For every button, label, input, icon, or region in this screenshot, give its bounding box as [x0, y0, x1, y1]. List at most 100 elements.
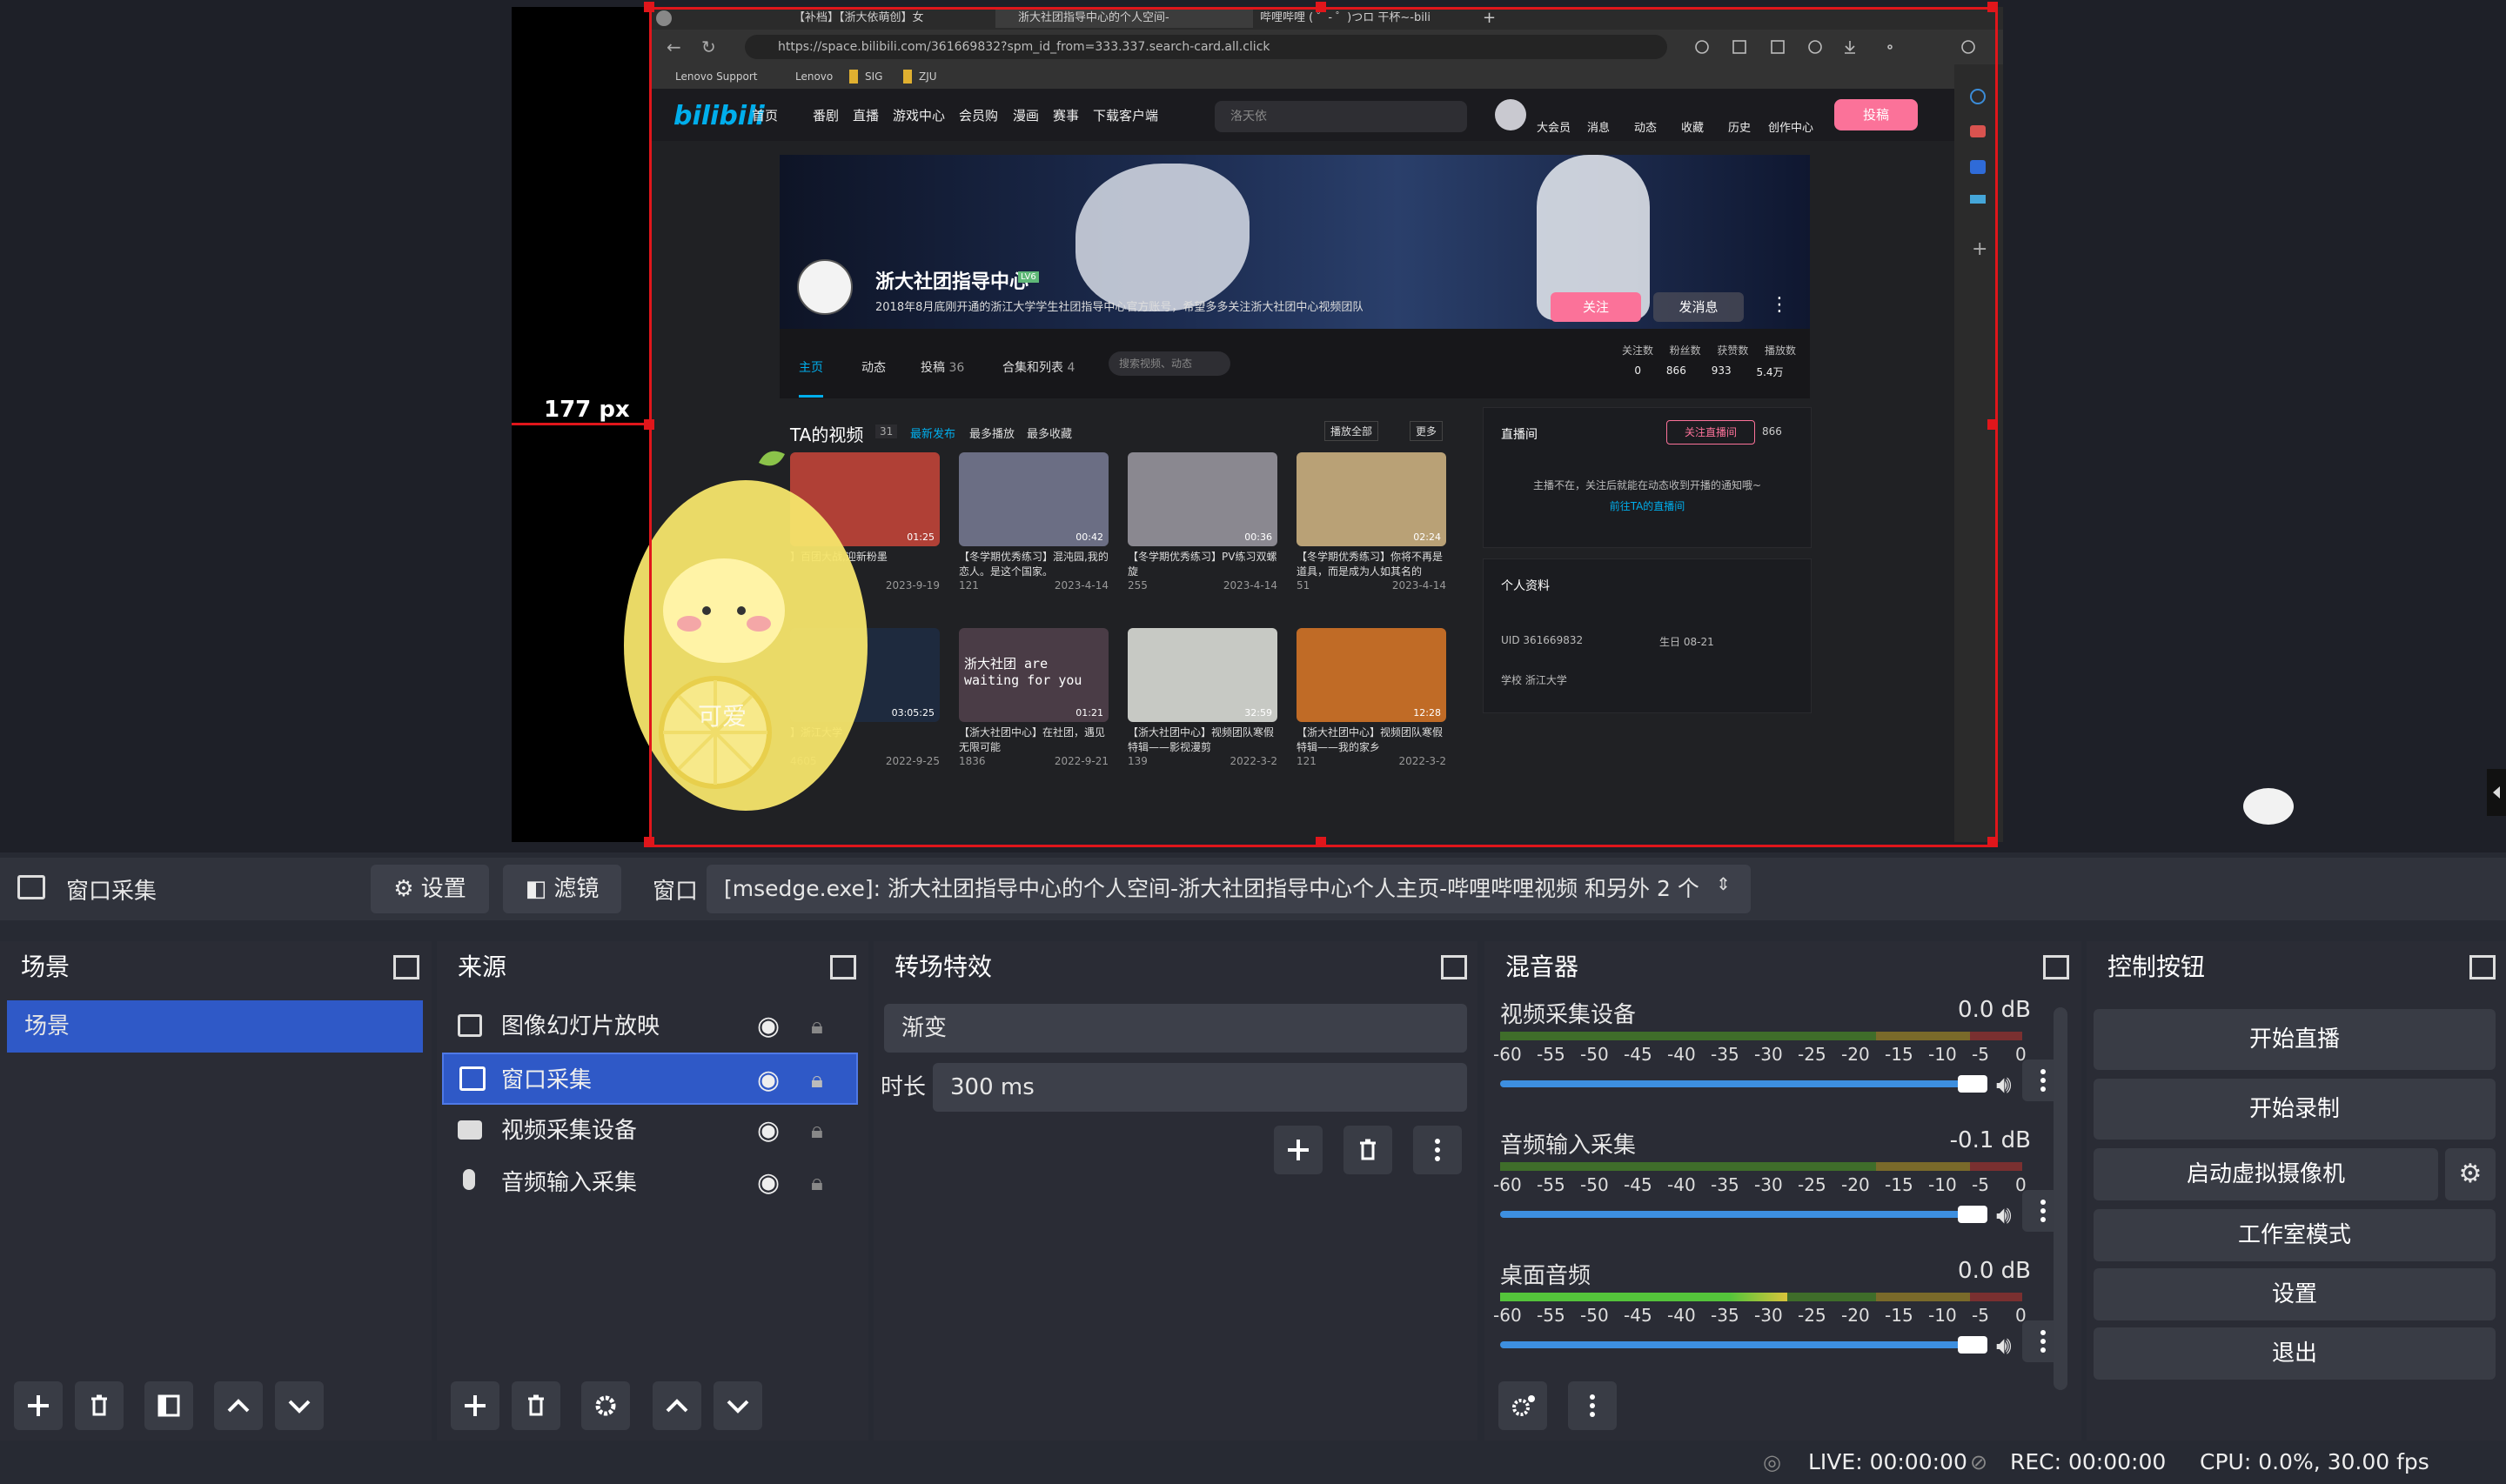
eye-icon[interactable]: ◉ [757, 1157, 780, 1209]
delete-icon[interactable] [1343, 1126, 1392, 1174]
add-scene-button[interactable] [14, 1381, 63, 1430]
undock-icon[interactable] [2043, 955, 2069, 979]
speaker-icon[interactable]: 🔊︎ [1996, 1070, 2012, 1100]
rec-status: REC: 00:00:00 [2010, 1449, 2167, 1474]
scale-tick: -25 [1798, 1174, 1826, 1195]
window-select[interactable]: [msedge.exe]: 浙大社团指导中心的个人空间-浙大社团指导中心个人主页… [707, 865, 1751, 913]
transition-select[interactable]: 渐变 [884, 1004, 1467, 1053]
scale-tick: -45 [1624, 1305, 1652, 1326]
level-meter [1500, 1032, 2022, 1040]
volume-handle[interactable] [1958, 1336, 1987, 1354]
rec-icon: ⊘ [1970, 1450, 1988, 1474]
add-source-button[interactable] [451, 1381, 499, 1430]
start-recording-button[interactable]: 开始录制 [2094, 1079, 2496, 1140]
scene-item[interactable]: 场景 [7, 1000, 423, 1053]
more-vertical-icon[interactable] [1568, 1381, 1617, 1430]
scale-tick: -35 [1711, 1044, 1739, 1065]
delete-icon[interactable] [512, 1381, 560, 1430]
volume-slider[interactable] [1500, 1341, 1972, 1348]
resize-handle[interactable] [1987, 2, 1998, 12]
volume-slider[interactable] [1500, 1211, 1972, 1218]
speaker-icon[interactable]: 🔊︎ [1996, 1331, 2012, 1360]
source-item-selected[interactable]: 窗口采集 ◉ 🔒︎ [442, 1053, 858, 1105]
gear-icon[interactable] [581, 1381, 630, 1430]
duration-spinbox[interactable]: 300 ms [933, 1063, 1467, 1112]
resize-handle[interactable] [644, 2, 654, 12]
studio-mode-button[interactable]: 工作室模式 [2094, 1209, 2496, 1261]
filters-button[interactable]: ◧ 滤镜 [503, 865, 621, 913]
mixer-scrollbar[interactable] [2054, 1007, 2067, 1390]
resize-handle[interactable] [644, 419, 654, 430]
duration-label: 时长 [881, 1074, 927, 1100]
delete-icon[interactable] [75, 1381, 124, 1430]
scale-tick: -10 [1928, 1305, 1957, 1326]
undock-icon[interactable] [1441, 955, 1467, 979]
lock-icon[interactable]: 🔒︎ [811, 1105, 823, 1157]
filter-icon[interactable] [144, 1381, 193, 1430]
mixer-channel: 桌面音频 0.0 dB -60 -55 -50 -45 -40 -35 -30 -25 -20-… [1493, 1254, 2064, 1385]
scenes-title: 场景 [21, 953, 70, 981]
virtual-camera-settings-icon[interactable]: ⚙ [2445, 1148, 2496, 1200]
move-up-icon[interactable] [214, 1381, 263, 1430]
resize-handle[interactable] [1987, 837, 1998, 847]
lock-icon[interactable]: 🔒︎ [811, 1000, 823, 1053]
eye-icon[interactable]: ◉ [757, 1000, 780, 1053]
advanced-audio-icon[interactable] [1498, 1381, 1547, 1430]
volume-handle[interactable] [1958, 1075, 1987, 1093]
speaker-icon[interactable]: 🔊︎ [1996, 1200, 2012, 1230]
scale-tick: -30 [1754, 1044, 1783, 1065]
exit-button[interactable]: 退出 [2094, 1327, 2496, 1380]
source-item[interactable]: 音频输入采集 ◉ 🔒︎ [442, 1157, 858, 1209]
undock-icon[interactable] [830, 955, 856, 979]
move-down-icon[interactable] [275, 1381, 324, 1430]
settings-button[interactable]: ⚙ 设置 [371, 865, 489, 913]
undock-icon[interactable] [393, 955, 419, 979]
camera-icon [458, 1120, 482, 1140]
channel-name: 桌面音频 [1500, 1263, 1591, 1289]
resize-handle[interactable] [1987, 419, 1998, 430]
lock-icon[interactable]: 🔒︎ [811, 1157, 823, 1209]
scale-tick: -60 [1493, 1044, 1522, 1065]
resize-handle[interactable] [1316, 837, 1326, 847]
mixer-channel: 视频采集设备 0.0 dB -60 -55 -50 -45 -40 -35 -30 -25 -2… [1493, 993, 2064, 1124]
meter-scale: -60 -55 -50 -45 -40 -35 -30 -25 -20 -15 -10 -5 0 [1493, 1174, 2029, 1197]
slideshow-icon [458, 1014, 482, 1037]
lock-icon[interactable]: 🔒︎ [811, 1054, 823, 1106]
volume-handle[interactable] [1958, 1206, 1987, 1223]
mixer-dock: 混音器 视频采集设备 0.0 dB -60 -55 -50 -45 -40 -35 -30-… [1484, 941, 2081, 1441]
move-up-icon[interactable] [653, 1381, 701, 1430]
volume-slider[interactable] [1500, 1080, 1972, 1087]
add-transition-button[interactable] [1274, 1126, 1323, 1174]
scale-tick: -10 [1928, 1174, 1957, 1195]
more-vertical-icon[interactable] [1413, 1126, 1462, 1174]
scale-tick: -40 [1667, 1044, 1696, 1065]
eye-icon[interactable]: ◉ [757, 1054, 780, 1106]
channel-db: -0.1 dB [1949, 1127, 2031, 1153]
scale-tick: -30 [1754, 1174, 1783, 1195]
chevron-updown-icon[interactable]: ⇕ [1716, 873, 1731, 894]
source-item[interactable]: 视频采集设备 ◉ 🔒︎ [442, 1105, 858, 1157]
channel-name: 音频输入采集 [1500, 1133, 1637, 1159]
scale-tick: -10 [1928, 1044, 1957, 1065]
settings-button[interactable]: 设置 [2094, 1268, 2496, 1320]
source-selection-box[interactable] [649, 7, 1998, 847]
start-streaming-button[interactable]: 开始直播 [2094, 1009, 2496, 1070]
scenes-dock: 场景 场景 [0, 941, 432, 1441]
scale-tick: -5 [1972, 1044, 1989, 1065]
scale-tick: -60 [1493, 1305, 1522, 1326]
source-item[interactable]: 图像幻灯片放映 ◉ 🔒︎ [442, 1000, 858, 1053]
move-down-icon[interactable] [714, 1381, 762, 1430]
start-virtual-camera-button[interactable]: 启动虚拟摄像机 [2094, 1148, 2438, 1200]
scale-tick: -5 [1972, 1174, 1989, 1195]
scale-tick: -20 [1841, 1044, 1870, 1065]
status-bar: ◎ LIVE: 00:00:00 ⊘ REC: 00:00:00 CPU: 0.… [0, 1441, 2506, 1484]
undock-icon[interactable] [2469, 955, 2496, 979]
cpu-status: CPU: 0.0%, 30.00 fps [2200, 1449, 2429, 1474]
scale-tick: -55 [1537, 1044, 1565, 1065]
resize-handle[interactable] [1316, 2, 1326, 12]
collapse-handle[interactable] [2487, 769, 2506, 816]
resize-handle[interactable] [644, 837, 654, 847]
scale-tick: -60 [1493, 1174, 1522, 1195]
eye-icon[interactable]: ◉ [757, 1105, 780, 1157]
scale-tick: -15 [1885, 1174, 1913, 1195]
